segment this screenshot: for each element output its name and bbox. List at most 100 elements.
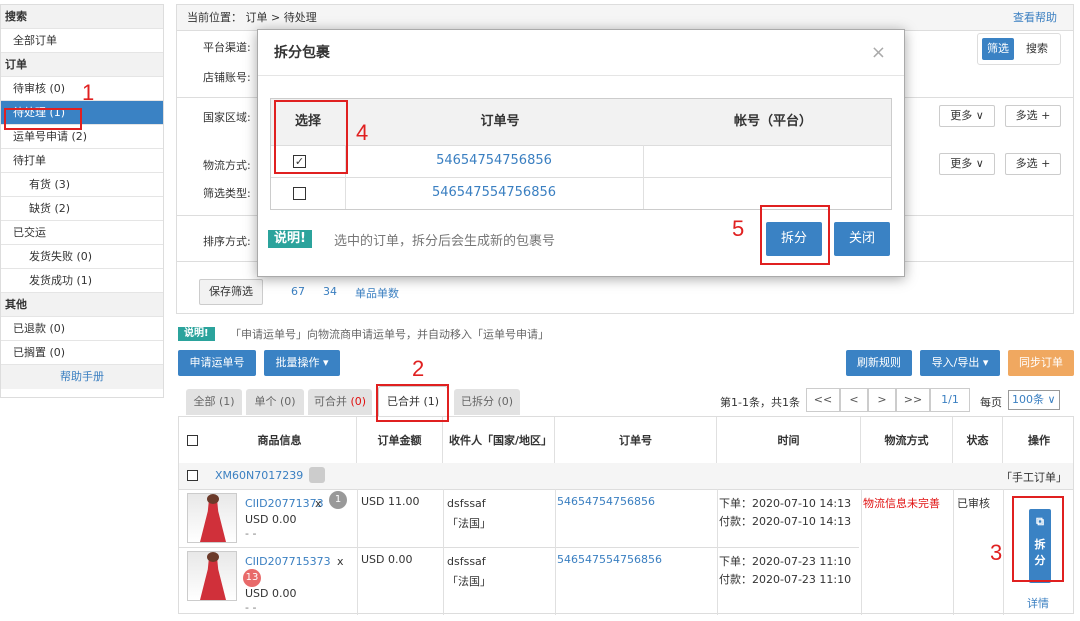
order-amount: USD 11.00 <box>361 495 420 508</box>
header-recipient: 收件人「国家/地区」 <box>443 417 555 463</box>
filter-toggle: 筛选 搜索 <box>977 33 1061 65</box>
dialog-note-text: 选中的订单，拆分后会生成新的包裹号 <box>334 234 556 249</box>
page-last-button[interactable]: >> <box>896 388 930 412</box>
detail-link[interactable]: 详情 <box>1027 595 1049 611</box>
page-size-select[interactable]: 100条 ∨ <box>1008 390 1060 410</box>
sort-label: 排序方式: <box>203 235 251 248</box>
shipping-label: 物流方式: <box>203 159 251 172</box>
pagination-summary: 第1-1条，共1条 <box>720 396 800 409</box>
filter-type-label: 筛选类型: <box>203 187 251 200</box>
per-page-label: 每页 <box>980 396 1002 409</box>
region-more-button[interactable]: 更多 ∨ <box>939 105 995 127</box>
tab-single[interactable]: 单个 (0) <box>246 389 304 415</box>
group-type: 「手工订单」 <box>1001 471 1067 484</box>
tab-split[interactable]: 已拆分 (0) <box>454 389 520 415</box>
batch-operation-button[interactable]: 批量操作 ▾ <box>264 350 340 376</box>
product-sku[interactable]: CIID207715373 <box>245 555 331 568</box>
highlight-select-column <box>274 100 348 174</box>
col-account: 帐号（平台） <box>655 99 891 145</box>
product-dash: - - <box>245 601 257 614</box>
col-order: 订单号 <box>345 99 655 145</box>
saved-filter-single[interactable]: 单品单数 <box>355 285 399 301</box>
sidebar-item-10[interactable]: 发货失败 (0) <box>1 245 163 269</box>
split-row-order[interactable]: 546547554756856 <box>345 185 643 200</box>
split-row-checkbox[interactable] <box>293 187 306 200</box>
help-link[interactable]: 查看帮助 <box>1013 5 1057 31</box>
recipient-name: dsfssaf <box>447 497 486 510</box>
sidebar-item-8[interactable]: 缺货 (2) <box>1 197 163 221</box>
product-image <box>187 493 237 543</box>
product-price: USD 0.00 <box>245 513 297 526</box>
header-time: 时间 <box>717 417 861 463</box>
sidebar: 搜索 全部订单 订单 待审核 (0) 待处理 (1) 运单号申请 (2) 待打单 有货 (3)… <box>0 4 164 398</box>
order-status: 已审核 <box>957 497 990 510</box>
shipping-more-button[interactable]: 更多 ∨ <box>939 153 995 175</box>
saved-filter-67[interactable]: 67 <box>291 285 305 298</box>
order-number-link[interactable]: 546547554756856 <box>557 553 662 566</box>
tab-all[interactable]: 全部 (1) <box>186 389 242 415</box>
order-number-link[interactable]: 54654754756856 <box>557 495 655 508</box>
sidebar-item-14[interactable]: 已搁置 (0) <box>1 341 163 365</box>
recipient-country: 「法国」 <box>447 517 491 530</box>
sidebar-item-11[interactable]: 发货成功 (1) <box>1 269 163 293</box>
sidebar-item-9[interactable]: 已交运 <box>1 221 163 245</box>
select-all-checkbox[interactable] <box>187 435 198 446</box>
search-button[interactable]: 搜索 <box>1020 38 1054 60</box>
product-image <box>187 551 237 601</box>
tip-text: 「申请运单号」向物流商申请运单号，并自动移入「运单号申请」 <box>230 328 549 341</box>
group-id-link[interactable]: XM60N7017239 <box>215 469 303 482</box>
header-action: 操作 <box>1028 434 1050 447</box>
highlight-pending <box>4 108 82 130</box>
group-checkbox[interactable] <box>187 470 198 481</box>
shop-label: 店铺账号: <box>203 71 251 84</box>
sync-orders-button[interactable]: 同步订单 <box>1008 350 1074 376</box>
product-sku[interactable]: CIID20771373 <box>245 497 324 510</box>
dialog-note-tag: 说明! <box>268 230 312 248</box>
close-icon[interactable]: × <box>871 42 886 63</box>
breadcrumb-text: 当前位置： 订单 > 待处理 <box>187 11 317 24</box>
pay-time: 付款：2020-07-10 14:13 <box>719 515 852 528</box>
platform-label: 平台渠道: <box>203 41 251 54</box>
import-export-button[interactable]: 导入/导出 ▾ <box>920 350 1000 376</box>
region-label: 国家区域: <box>203 111 251 124</box>
product-qty: x <box>337 555 344 568</box>
sidebar-item-1[interactable]: 全部订单 <box>1 29 163 53</box>
tip-tag: 说明! <box>178 327 215 341</box>
sidebar-item-12: 其他 <box>1 293 163 317</box>
quantity-badge: 13 <box>243 569 261 587</box>
breadcrumb: 当前位置： 订单 > 待处理 查看帮助 <box>177 5 1073 31</box>
header-status: 状态 <box>953 417 1003 463</box>
sidebar-item-2: 订单 <box>1 53 163 77</box>
filter-button[interactable]: 筛选 <box>982 38 1014 60</box>
apply-tracking-button[interactable]: 申请运单号 <box>178 350 256 376</box>
annotation-5: 5 <box>732 216 745 241</box>
header-order-no: 订单号 <box>555 417 717 463</box>
sidebar-item-13[interactable]: 已退款 (0) <box>1 317 163 341</box>
order-time: 下单：2020-07-10 14:13 <box>719 497 852 510</box>
page-prev-button[interactable]: < <box>840 388 868 412</box>
page-next-button[interactable]: > <box>868 388 896 412</box>
page-indicator: 1/1 <box>930 388 970 412</box>
sidebar-item-0: 搜索 <box>1 5 163 29</box>
sidebar-item-7[interactable]: 有货 (3) <box>1 173 163 197</box>
tab-mergeable-count: (0) <box>350 395 367 408</box>
tab-mergeable[interactable]: 可合并 (0) <box>308 389 372 415</box>
page-first-button[interactable]: << <box>806 388 840 412</box>
save-filter-button[interactable]: 保存筛选 <box>199 279 263 305</box>
quantity-badge: 1 <box>329 491 347 509</box>
annotation-3: 3 <box>990 540 1003 565</box>
header-product: 商品信息 <box>203 417 357 463</box>
highlight-split-button <box>1012 496 1064 582</box>
split-row-order[interactable]: 54654754756856 <box>345 153 643 168</box>
highlight-merged-tab <box>376 384 449 422</box>
shipping-multi-button[interactable]: 多选 + <box>1005 153 1061 175</box>
order-amount: USD 0.00 <box>361 553 413 566</box>
refresh-rules-button[interactable]: 刷新规则 <box>846 350 912 376</box>
group-row: XM60N7017239 「手工订单」 <box>179 463 1073 489</box>
region-multi-button[interactable]: 多选 + <box>1005 105 1061 127</box>
sidebar-item-15[interactable]: 帮助手册 <box>1 365 163 389</box>
annotation-4: 4 <box>356 120 369 145</box>
close-dialog-button[interactable]: 关闭 <box>834 222 890 256</box>
saved-filter-34[interactable]: 34 <box>323 285 337 298</box>
sidebar-item-6[interactable]: 待打单 <box>1 149 163 173</box>
